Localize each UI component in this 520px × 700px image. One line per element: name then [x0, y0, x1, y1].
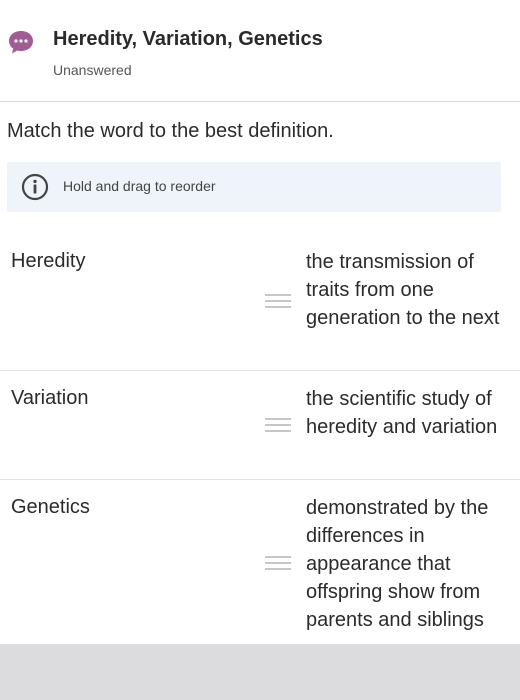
drag-handle[interactable]	[265, 556, 291, 572]
term-variation: Variation	[11, 387, 89, 409]
definition-item[interactable]: the scientific study of heredity and var…	[306, 385, 511, 441]
drag-handle[interactable]	[265, 418, 291, 434]
info-circle-icon	[21, 173, 49, 201]
question-prompt: Match the word to the best definition.	[7, 120, 334, 142]
answer-status: Unanswered	[53, 62, 132, 78]
question-title: Heredity, Variation, Genetics	[53, 28, 323, 50]
row-divider	[0, 479, 520, 480]
definition-item[interactable]: the transmission of traits from one gene…	[306, 248, 511, 332]
row-divider	[0, 370, 520, 371]
speech-bubble-ellipsis-icon	[9, 31, 33, 54]
term-heredity: Heredity	[11, 250, 86, 272]
bottom-bar	[0, 644, 520, 700]
reorder-hint-text: Hold and drag to reorder	[63, 178, 216, 194]
term-genetics: Genetics	[11, 496, 90, 518]
definition-item[interactable]: demonstrated by the differences in appea…	[306, 494, 511, 634]
reorder-hint-box: Hold and drag to reorder	[7, 162, 501, 212]
question-header: Heredity, Variation, Genetics Unanswered	[0, 0, 520, 101]
drag-handle[interactable]	[265, 294, 291, 310]
header-divider	[0, 101, 520, 102]
question-page: Heredity, Variation, Genetics Unanswered…	[0, 0, 520, 700]
